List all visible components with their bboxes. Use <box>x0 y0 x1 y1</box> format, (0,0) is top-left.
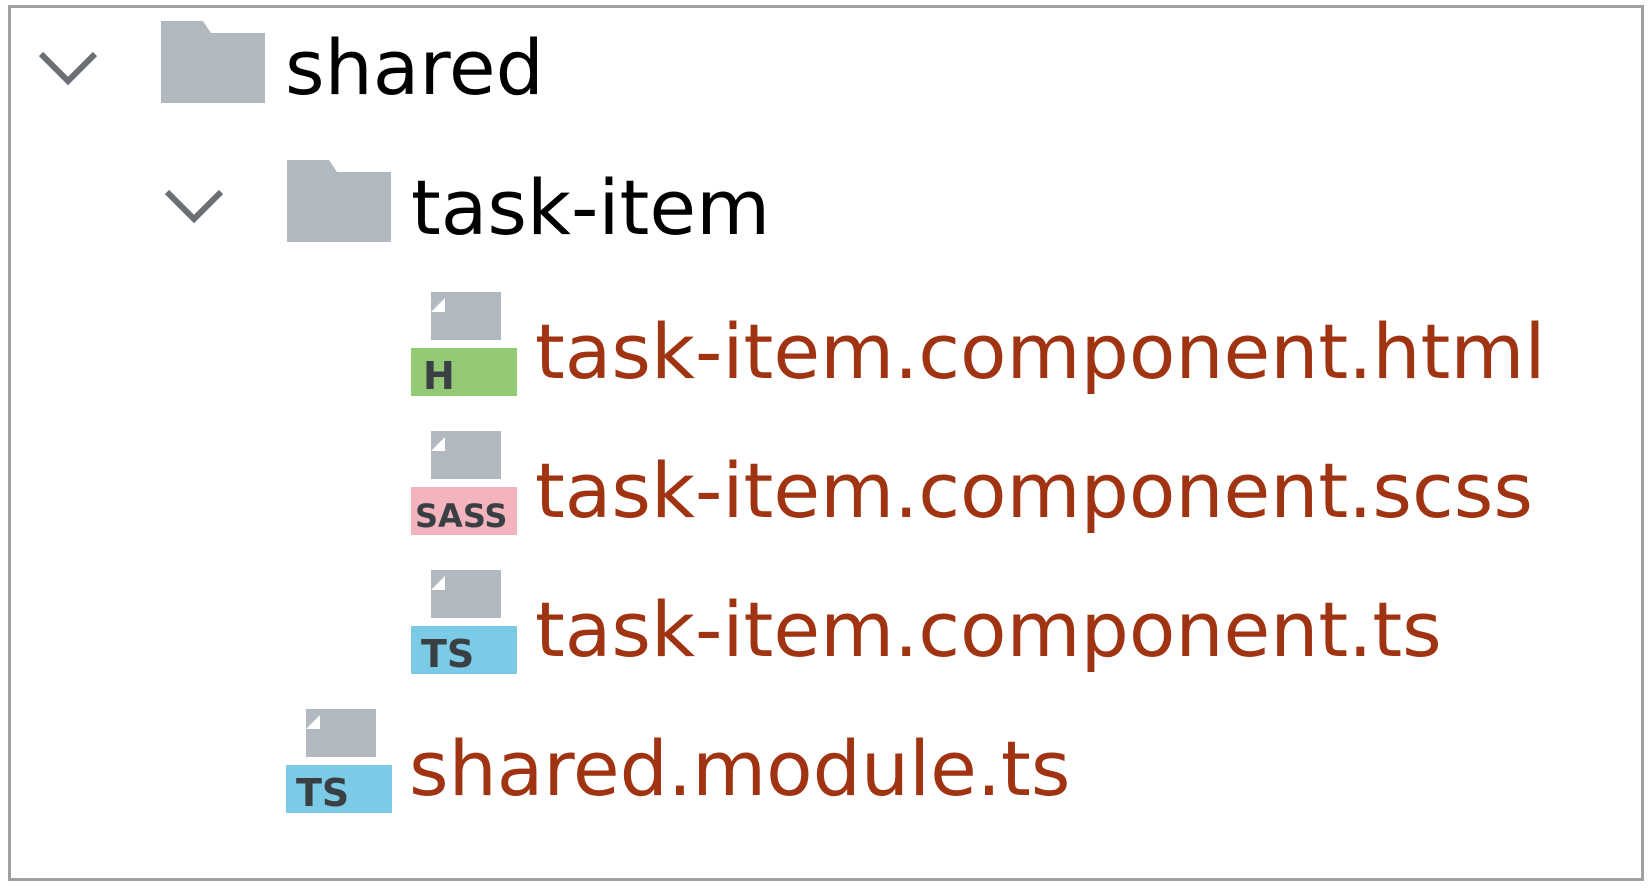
ts-file-icon: TS <box>411 570 517 676</box>
tree-node-file-ts[interactable]: TS task-item.component.ts <box>11 564 1641 704</box>
tree-node-label: shared <box>285 23 544 112</box>
file-badge: TS <box>296 771 349 815</box>
tree-node-label: task-item.component.html <box>535 307 1546 396</box>
tree-node-label: shared.module.ts <box>409 724 1071 813</box>
chevron-down-icon[interactable] <box>33 46 103 96</box>
tree-node-file-scss[interactable]: SASS task-item.component.scss <box>11 425 1641 565</box>
file-badge: SASS <box>415 497 507 535</box>
folder-icon <box>161 21 265 103</box>
file-badge: H <box>423 354 455 398</box>
sass-file-icon: SASS <box>411 431 517 535</box>
html-file-icon: H <box>411 292 517 398</box>
folder-icon <box>287 160 391 242</box>
tree-node-file-module[interactable]: TS shared.module.ts <box>11 703 1641 843</box>
tree-node-task-item[interactable]: task-item <box>11 148 1641 288</box>
ts-file-icon: TS <box>286 709 392 815</box>
tree-node-file-html[interactable]: H task-item.component.html <box>11 286 1641 426</box>
project-tree-panel: shared task-item H task-item.component.h… <box>8 5 1644 881</box>
tree-node-label: task-item <box>411 163 771 252</box>
file-badge: TS <box>421 632 474 676</box>
tree-node-label: task-item.component.scss <box>535 446 1533 535</box>
tree-node-label: task-item.component.ts <box>535 585 1442 674</box>
tree-node-shared[interactable]: shared <box>11 8 1641 148</box>
chevron-down-icon[interactable] <box>159 184 229 234</box>
